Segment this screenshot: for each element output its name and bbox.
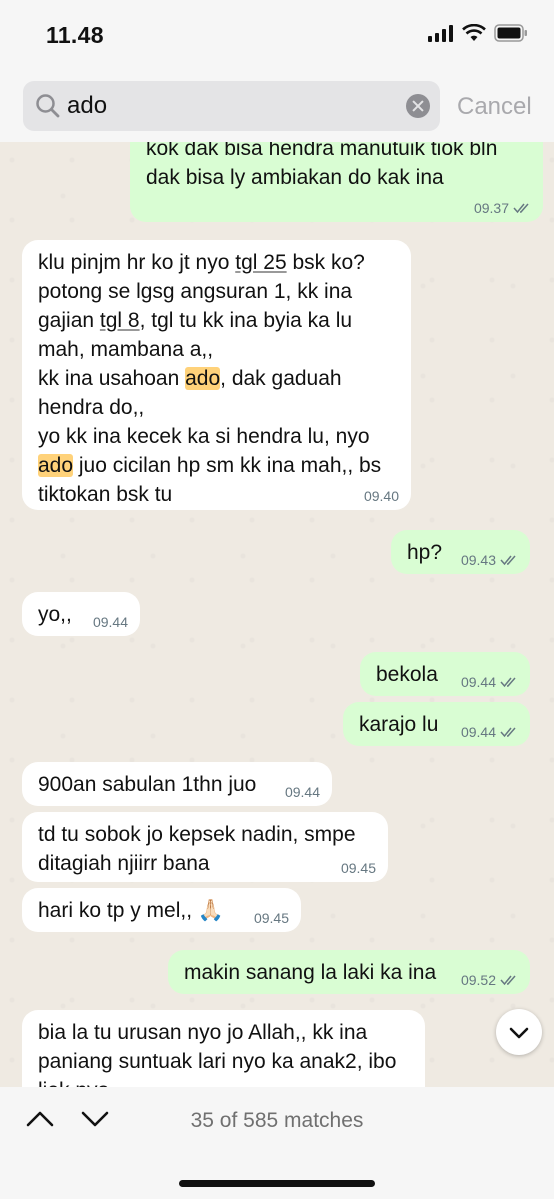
search-input[interactable] — [67, 81, 397, 131]
message-meta: 09.44 — [461, 725, 518, 739]
message-meta: 09.40 — [364, 489, 399, 503]
message-time: 09.44 — [460, 724, 496, 740]
message-line: td tu sobok jo kepsek nadin, smpe — [38, 823, 356, 846]
message-text: bekola — [376, 663, 438, 686]
message-line: bia la tu urusan nyo jo Allah,, kk ina — [38, 1021, 368, 1044]
message-bubble-incoming[interactable]: klu pinjm hr ko jt nyo tgl 25 bsk ko? po… — [22, 240, 411, 510]
signal-icon — [428, 25, 453, 42]
message-text: karajo lu — [359, 713, 439, 736]
message-line: ado juo cicilan hp sm kk ina mah,, bs — [38, 454, 382, 477]
clear-search-icon[interactable] — [406, 94, 430, 118]
message-meta: 09.43 — [461, 553, 518, 567]
message-line: gajian tgl 8, tgl tu kk ina byia ka lu — [38, 309, 353, 332]
message-line: hendra do,, — [38, 396, 145, 419]
message-time: 09.44 — [460, 674, 496, 690]
scroll-to-bottom-button[interactable] — [496, 1009, 542, 1055]
message-time: 09.45 — [340, 860, 376, 876]
search-icon — [36, 94, 60, 118]
message-bubble-incoming[interactable]: td tu sobok jo kepsek nadin, smpe ditagi… — [22, 812, 388, 882]
message-meta: 09.44 — [285, 785, 320, 799]
message-meta: 09.37 — [474, 201, 531, 215]
message-line: liek nyo — [38, 1076, 409, 1087]
message-time: 09.45 — [253, 910, 289, 926]
message-bubble-outgoing[interactable]: bekola 09.44 — [360, 652, 530, 696]
message-bubble-incoming[interactable]: hari ko tp y mel,, 🙏🏻 09.45 — [22, 888, 301, 932]
home-indicator — [179, 1180, 375, 1187]
status-icons — [428, 24, 528, 42]
battery-icon — [494, 24, 527, 42]
message-bubble-incoming[interactable]: 900an sabulan 1thn juo 09.44 — [22, 762, 332, 806]
status-bar: 11.48 — [0, 0, 554, 70]
read-receipt-icon — [500, 727, 516, 738]
chat-area[interactable]: kok dak bisa hendra manutuik tiok bln da… — [0, 142, 554, 1087]
message-bubble-outgoing[interactable]: makin sanang la laki ka ina 09.52 — [168, 950, 530, 994]
search-highlight: ado — [185, 367, 221, 390]
message-line: yo kk ina kecek ka si hendra lu, nyo — [38, 425, 370, 448]
read-receipt-icon — [500, 555, 516, 566]
message-time: 09.44 — [284, 784, 320, 800]
message-line: mah, mambana a,, — [38, 338, 214, 361]
message-meta: 09.52 — [461, 973, 518, 987]
message-time: 09.43 — [460, 552, 496, 568]
message-meta: 09.45 — [254, 911, 289, 925]
message-line: ditagiah njiirr bana — [38, 852, 210, 875]
message-time: 09.40 — [363, 488, 399, 504]
read-receipt-icon — [500, 677, 516, 688]
message-text: 900an sabulan 1thn juo — [38, 773, 257, 796]
message-bubble-outgoing[interactable]: kok dak bisa hendra manutuik tiok bln da… — [130, 142, 543, 222]
status-time: 11.48 — [46, 22, 104, 48]
message-text: hari ko tp y mel,, 🙏🏻 — [38, 899, 225, 922]
search-box[interactable] — [23, 81, 440, 131]
message-time: 09.44 — [92, 614, 128, 630]
message-line: dak bisa ly ambiakan do kak ina — [146, 166, 444, 189]
message-bubble-incoming[interactable]: bia la tu urusan nyo jo Allah,, kk ina p… — [22, 1010, 425, 1087]
message-text: yo,, — [38, 603, 72, 626]
message-time: 09.52 — [460, 972, 496, 988]
message-line: kk ina usahoan ado, dak gaduah — [38, 367, 342, 390]
search-bar: Cancel — [0, 70, 554, 142]
message-bubble-outgoing[interactable]: karajo lu 09.44 — [343, 702, 530, 746]
message-time: 09.37 — [473, 200, 509, 216]
read-receipt-icon — [500, 975, 516, 986]
message-line: potong se lgsg angsuran 1, kk ina — [38, 280, 353, 303]
wifi-icon — [462, 24, 486, 41]
message-text: makin sanang la laki ka ina — [184, 961, 437, 984]
message-meta: 09.45 — [341, 861, 376, 875]
search-highlight: ado — [38, 454, 74, 477]
chevron-down-icon — [509, 1027, 529, 1039]
message-line: kok dak bisa hendra manutuik tiok bln — [146, 142, 498, 160]
message-bubble-incoming[interactable]: yo,, 09.44 — [22, 592, 140, 636]
cancel-button[interactable]: Cancel — [457, 93, 532, 121]
message-line: paniang suntuak lari nyo ka anak2, ibo — [38, 1050, 397, 1073]
message-meta: 09.44 — [461, 675, 518, 689]
message-line: tiktokan bsk tu — [38, 483, 173, 506]
message-meta: 09.44 — [93, 615, 128, 629]
message-text: hp? — [407, 541, 443, 564]
message-bubble-outgoing[interactable]: hp? 09.43 — [391, 530, 530, 574]
read-receipt-icon — [513, 203, 529, 214]
match-count: 35 of 585 matches — [190, 1109, 364, 1132]
message-line: klu pinjm hr ko jt nyo tgl 25 bsk ko? — [38, 251, 365, 274]
